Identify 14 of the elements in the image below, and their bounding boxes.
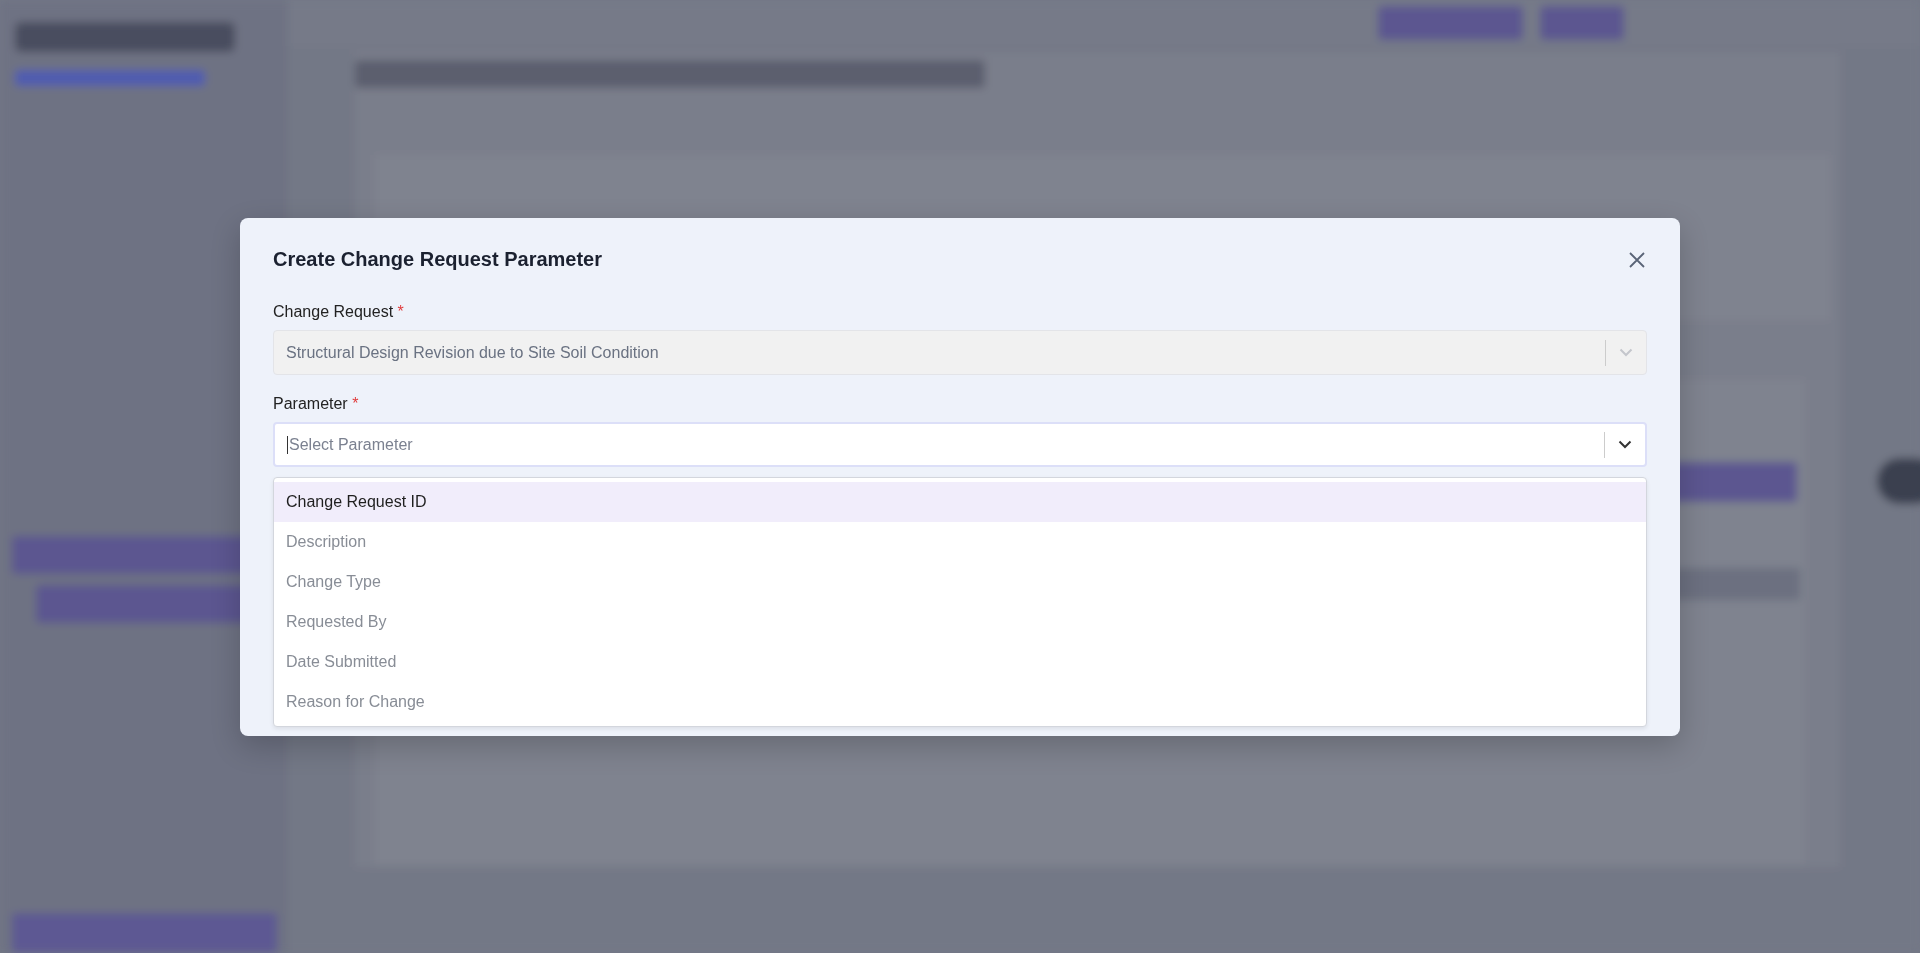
select-field[interactable]: Select Parameter [273,422,1647,467]
dropdown-option[interactable]: Date Submitted [274,642,1646,682]
dropdown-option[interactable]: Reason for Change [274,682,1646,722]
required-mark: * [397,303,404,320]
field-label: Parameter [273,395,349,412]
close-icon[interactable] [1627,249,1647,270]
modal-title: Create Change Request Parameter [273,248,602,271]
dropdown-option[interactable]: Requested By [274,602,1646,642]
chevron-down-icon[interactable] [1618,440,1632,449]
field-label: Change Request [273,303,395,320]
dropdown-option[interactable]: Change Type [274,562,1646,602]
required-mark: * [352,395,359,412]
dropdown-option[interactable]: Change Request ID [274,482,1646,522]
dropdown-option[interactable]: Description [274,522,1646,562]
